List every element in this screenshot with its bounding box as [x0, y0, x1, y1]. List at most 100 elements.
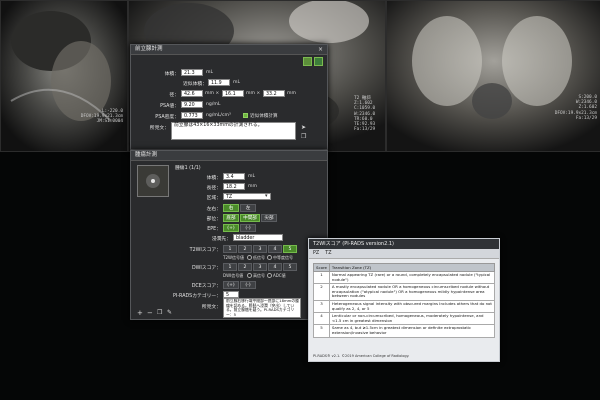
lesion-measure-panel: 腫瘍計測 腫瘍1 (1/1) 体積： 3.4 mL 長径： 18.2 mm 区域… [130, 150, 328, 320]
t2wi-score-label: T2WIスコア： [189, 248, 221, 253]
lesion-finding-textarea[interactable]: 前立腺右移行域中間部～底部に18mmの腫瘤を認める。膀胱へ浸潤（突出）している。… [223, 298, 301, 318]
volume-label: 体積： [164, 72, 179, 77]
dce-negative[interactable]: (-) [240, 281, 256, 289]
t2wi-score-3[interactable]: 3 [253, 245, 267, 253]
mri-viewport-right[interactable]: S:200.0 W:2346.0 Z:1.602 DFOV:19.9x21.3cm Fa… [386, 0, 600, 152]
approx-volume-unit: mL [233, 80, 241, 85]
dce-score-label: DCEスコア： [191, 284, 221, 289]
popup-footer: PI-RADS® v2.1. ©2019 American College of… [313, 354, 410, 358]
t2wi-score-1[interactable]: 1 [223, 245, 237, 253]
row-score: 4 [313, 312, 330, 326]
zone-select[interactable]: TZ [223, 193, 271, 200]
dwi-score-1[interactable]: 1 [223, 263, 237, 271]
finding-textarea[interactable]: 前立腺は43×16×33mmの計測される。 [171, 122, 296, 140]
table-row: 5 Same as 4, but ≥1.5cm in greatest dimen… [313, 324, 496, 338]
dwi-score-2[interactable]: 2 [238, 263, 252, 271]
t2-low-label: 低信号 [253, 255, 265, 260]
volume-field[interactable]: 21.3 [181, 69, 203, 76]
export-icon[interactable] [303, 57, 312, 66]
t2-mid-radio[interactable] [267, 255, 272, 260]
add-icon[interactable]: + [137, 309, 143, 317]
location-apex[interactable]: 尖部 [261, 214, 277, 222]
mri-center-right-info: T2 軸斜 Z:1.602 C:1059.0 W:2346.0 TR:60.0 TE:92… [354, 96, 376, 133]
mri-image-left [1, 1, 127, 151]
row-score: 3 [313, 299, 330, 314]
t2wi-score-5[interactable]: 5 [283, 245, 297, 253]
row-text: Normal appearing TZ (rare) or a round, c… [328, 270, 496, 285]
epe-label: EPE： [207, 227, 221, 232]
row-text: Lenticular or non-circumscribed, homogen… [328, 312, 496, 326]
dwi-score-5[interactable]: 5 [283, 263, 297, 271]
row-text: Heterogeneous signal intensity with obsc… [328, 299, 496, 314]
psa-density-label: PSA密度： [155, 115, 179, 120]
popup-title: T2WIスコア (PI-RADS version2.1) [309, 239, 499, 249]
tab-tz[interactable]: TZ [325, 251, 331, 256]
approx-volume-field[interactable]: 11.9 [208, 79, 230, 86]
remove-icon[interactable]: − [147, 309, 153, 317]
approx-calc-label: 近似体積計算 [250, 114, 278, 119]
popup-tab-bar: PZ TZ [309, 249, 499, 259]
edit-icon[interactable]: ✎ [167, 309, 172, 316]
volume-unit: mL [206, 70, 214, 75]
lesion-section-title: 腫瘍計測 [135, 152, 158, 158]
pirads-value[interactable]: 5 [223, 291, 239, 298]
table-row: 3 Heterogeneous signal intensity with obs… [313, 299, 496, 314]
diameter-3-field[interactable]: 33.2 [263, 90, 285, 97]
close-icon[interactable]: × [318, 45, 323, 54]
t2-low-radio[interactable] [247, 255, 252, 260]
mri-viewport-left[interactable]: L:-220.0 DFOV:19.9x21.3cm JM:S1:0004 [0, 0, 128, 152]
lesion-title-bar[interactable]: 腫瘍計測 [131, 151, 327, 161]
lesion-thumbnail[interactable] [137, 165, 169, 197]
invasion-label: 浸潤先： [211, 237, 231, 242]
invasion-select[interactable]: bladder [233, 234, 283, 241]
lesion-volume-unit: mL [248, 174, 256, 179]
table-row: 4 Lenticular or non-circumscribed, homoge… [313, 312, 496, 326]
row-text: Same as 4, but ≥1.5cm in greatest dimens… [328, 324, 496, 338]
t2wi-score-2[interactable]: 2 [238, 245, 252, 253]
epe-negative[interactable]: (-) [240, 224, 256, 232]
dwi-score-3[interactable]: 3 [253, 263, 267, 271]
diameter-1-field[interactable]: 42.6 [181, 90, 203, 97]
dwi-high-radio[interactable] [247, 273, 252, 278]
approx-calc-checkbox[interactable] [243, 113, 248, 118]
location-label: 部位： [206, 217, 221, 222]
diameter-2-field[interactable]: 16.1 [222, 90, 244, 97]
copy-icon[interactable]: ❐ [301, 133, 306, 140]
lesion-volume-field[interactable]: 3.4 [223, 173, 245, 180]
mri-left-info: L:-220.0 DFOV:19.9x21.3cm JM:S1:0004 [80, 109, 123, 125]
major-axis-label: 長径： [206, 186, 221, 191]
major-axis-field[interactable]: 18.2 [223, 183, 245, 190]
row-score: 2 [313, 283, 330, 301]
duplicate-icon[interactable]: ❐ [157, 309, 162, 316]
settings-icon[interactable] [314, 57, 323, 66]
dwi-adc-radio[interactable] [267, 273, 272, 278]
panel-title-bar[interactable]: 前立腺計測 × [131, 45, 327, 55]
psa-unit: ng/mL [206, 102, 221, 107]
dwi-high-label: 高信号 [253, 273, 265, 278]
psa-density-field[interactable]: 0.773 [181, 112, 203, 119]
t2-signal-label: T2W信号値 [223, 255, 244, 260]
panel-title: 前立腺計測 [135, 46, 163, 52]
tab-pz[interactable]: PZ [313, 251, 319, 256]
pirads-label: PI-RADSカテゴリー： [173, 294, 221, 299]
pirads-table: Score Transition Zone (TZ) 1 Normal appea… [313, 263, 496, 338]
send-icon[interactable]: ➤ [301, 124, 306, 131]
lesion-finding-label: 所見文： [201, 305, 221, 310]
approx-volume-label: 近似体積： [183, 82, 207, 87]
dwi-score-4[interactable]: 4 [268, 263, 282, 271]
tz-header: Transition Zone (TZ) [328, 263, 496, 272]
psa-field[interactable]: 9.20 [181, 101, 203, 108]
epe-positive[interactable]: (+) [223, 224, 239, 232]
t2wi-score-4[interactable]: 4 [268, 245, 282, 253]
dce-positive[interactable]: (+) [223, 281, 239, 289]
location-base[interactable]: 底部 [223, 214, 239, 222]
lesion-name: 腫瘍1 (1/1) [175, 166, 201, 171]
table-row: 2A mostly encapsulated nodule OR a homog… [313, 283, 496, 301]
dwi-score-label: DWIスコア： [191, 266, 221, 271]
laterality-right[interactable]: 右 [223, 204, 239, 212]
dwi-adc-label: ADC値 [273, 273, 286, 278]
laterality-left[interactable]: 左 [240, 204, 256, 212]
location-mid[interactable]: 中間部 [240, 214, 260, 222]
row-score: 1 [313, 270, 330, 285]
zone-label: 区域： [206, 196, 221, 201]
